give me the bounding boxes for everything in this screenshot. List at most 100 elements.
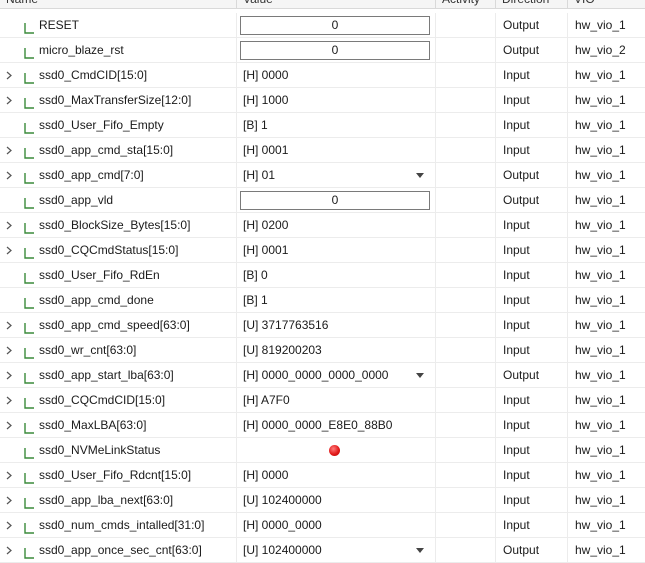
vio-cell: hw_vio_1 <box>575 268 626 282</box>
table-row[interactable]: ssd0_num_cmds_intalled[31:0] [H] 0000_000… <box>0 513 645 538</box>
vio-cell: hw_vio_1 <box>575 418 626 432</box>
chevron-right-icon[interactable] <box>3 363 15 388</box>
name-cell: ssd0_NVMeLinkStatus <box>0 438 237 463</box>
direction-cell: Input <box>496 488 568 513</box>
chevron-right-icon[interactable] <box>3 313 15 338</box>
column-header-activity[interactable]: Activity <box>436 0 496 9</box>
value-input[interactable]: 0 <box>240 191 430 210</box>
table-row[interactable]: ssd0_User_Fifo_Empty [B] 1 Input hw_vio_1 <box>0 113 645 138</box>
chevron-right-icon[interactable] <box>3 213 15 238</box>
dropdown-arrow-icon[interactable] <box>415 163 425 188</box>
signal-icon <box>23 369 35 384</box>
table-row[interactable]: ssd0_MaxTransferSize[12:0] [H] 1000 Input h… <box>0 88 645 113</box>
activity-cell <box>436 338 496 363</box>
chevron-right-icon[interactable] <box>3 63 15 88</box>
table-row[interactable]: micro_blaze_rst 0 Output hw_vio_2 <box>0 38 645 63</box>
direction-cell: Output <box>496 188 568 213</box>
led-indicator <box>329 445 340 456</box>
chevron-right-icon[interactable] <box>3 138 15 163</box>
direction-cell: Input <box>496 438 568 463</box>
table-row[interactable]: ssd0_app_cmd_done [B] 1 Input hw_vio_1 <box>0 288 645 313</box>
table-row[interactable]: ssd0_CQCmdStatus[15:0] [H] 0001 Input hw_vi… <box>0 238 645 263</box>
signal-icon <box>23 119 35 134</box>
vio-cell: hw_vio_1 <box>575 243 626 257</box>
signal-name: ssd0_app_once_sec_cnt[63:0] <box>39 543 202 557</box>
name-cell: ssd0_num_cmds_intalled[31:0] <box>0 513 237 538</box>
table-row[interactable]: ssd0_wr_cnt[63:0] [U] 819200203 Input hw_vi… <box>0 338 645 363</box>
value-select[interactable]: [H] 0000_0000_0000_0000 <box>243 363 388 388</box>
table-row[interactable]: ssd0_MaxLBA[63:0] [H] 0000_0000_E8E0_88B0… <box>0 413 645 438</box>
value-select[interactable]: [U] 102400000 <box>243 538 322 563</box>
vio-cell: hw_vio_1 <box>575 118 626 132</box>
value-cell: 0 <box>237 38 436 63</box>
signal-icon <box>23 194 35 209</box>
table-row[interactable]: ssd0_app_lba_next[63:0] [U] 102400000 Inpu… <box>0 488 645 513</box>
table-row[interactable]: ssd0_CQCmdCID[15:0] [H] A7F0 Input hw_vio_1 <box>0 388 645 413</box>
value-cell: [H] 0000_0000_E8E0_88B0 <box>237 413 436 438</box>
value-select[interactable]: [H] 01 <box>243 163 275 188</box>
signal-icon <box>23 344 35 359</box>
chevron-right-icon[interactable] <box>3 338 15 363</box>
table-row[interactable]: RESET 0 Output hw_vio_1 <box>0 13 645 38</box>
chevron-right-icon[interactable] <box>3 488 15 513</box>
chevron-right-icon[interactable] <box>3 538 15 563</box>
value-input[interactable]: 0 <box>240 16 430 35</box>
table-row[interactable]: ssd0_app_cmd[7:0] [H] 01 Output hw_vio_1 <box>0 163 645 188</box>
signal-icon <box>23 444 35 459</box>
table-row[interactable]: ssd0_CmdCID[15:0] [H] 0000 Input hw_vio_1 <box>0 63 645 88</box>
value-text: [U] 102400000 <box>243 493 322 507</box>
value-text: [H] 0000 <box>243 68 289 82</box>
activity-cell <box>436 538 496 563</box>
vio-cell: hw_vio_1 <box>575 93 626 107</box>
value-cell: [H] 0000_0000 <box>237 513 436 538</box>
table-row[interactable]: ssd0_NVMeLinkStatus Input hw_vio_1 <box>0 438 645 463</box>
table-row[interactable]: ssd0_User_Fifo_RdEn [B] 0 Input hw_vio_1 <box>0 263 645 288</box>
table-row[interactable]: ssd0_User_Fifo_Rdcnt[15:0] [H] 0000 Input h… <box>0 463 645 488</box>
value-input[interactable]: 0 <box>240 41 430 60</box>
name-cell: ssd0_app_once_sec_cnt[63:0] <box>0 538 237 563</box>
table-row[interactable]: ssd0_app_once_sec_cnt[63:0] [U] 102400000… <box>0 538 645 563</box>
chevron-right-icon[interactable] <box>3 463 15 488</box>
chevron-right-icon[interactable] <box>3 238 15 263</box>
signal-name: ssd0_app_cmd_speed[63:0] <box>39 318 190 332</box>
value-cell: [B] 1 <box>237 113 436 138</box>
table-row[interactable]: ssd0_app_cmd_sta[15:0] [H] 0001 Input hw_vi… <box>0 138 645 163</box>
table-row[interactable]: ssd0_app_vld 0 Output hw_vio_1 <box>0 188 645 213</box>
chevron-right-icon[interactable] <box>3 513 15 538</box>
chevron-right-icon[interactable] <box>3 88 15 113</box>
signal-name: ssd0_User_Fifo_Empty <box>39 118 164 132</box>
value-cell: [H] 0001 <box>237 238 436 263</box>
dropdown-arrow-icon[interactable] <box>415 538 425 563</box>
chevron-right-icon[interactable] <box>3 388 15 413</box>
column-header-value[interactable]: Value <box>237 0 436 9</box>
value-cell: [H] 0000 <box>237 463 436 488</box>
table-row[interactable]: ssd0_app_start_lba[63:0] [H] 0000_0000_00… <box>0 363 645 388</box>
value-text: [H] 0001 <box>243 143 289 157</box>
dropdown-arrow-icon[interactable] <box>415 363 425 388</box>
table-row[interactable]: ssd0_app_cmd_speed[63:0] [U] 3717763516 In… <box>0 313 645 338</box>
direction-cell: Input <box>496 338 568 363</box>
name-cell: RESET <box>0 13 237 38</box>
direction-cell: Input <box>496 238 568 263</box>
activity-cell <box>436 63 496 88</box>
direction-cell: Output <box>496 38 568 63</box>
activity-cell <box>436 438 496 463</box>
name-cell: micro_blaze_rst <box>0 38 237 63</box>
signal-name: ssd0_NVMeLinkStatus <box>39 443 161 457</box>
value-cell: [U] 819200203 <box>237 338 436 363</box>
chevron-right-icon[interactable] <box>3 413 15 438</box>
name-cell: ssd0_app_cmd_done <box>0 288 237 313</box>
column-header-vio[interactable]: VIO <box>568 0 645 9</box>
name-cell: ssd0_MaxLBA[63:0] <box>0 413 237 438</box>
signal-name: ssd0_wr_cnt[63:0] <box>39 343 137 357</box>
column-header-direction[interactable]: Direction <box>496 0 568 9</box>
name-cell: ssd0_app_cmd_sta[15:0] <box>0 138 237 163</box>
signal-icon <box>23 94 35 109</box>
activity-cell <box>436 513 496 538</box>
column-header-name[interactable]: Name <box>0 0 237 9</box>
chevron-right-icon[interactable] <box>3 163 15 188</box>
signal-name: ssd0_app_lba_next[63:0] <box>39 493 174 507</box>
table-row[interactable]: ssd0_BlockSize_Bytes[15:0] [H] 0200 Input h… <box>0 213 645 238</box>
signal-name: ssd0_app_vld <box>39 193 114 207</box>
value-text: [H] A7F0 <box>243 393 290 407</box>
